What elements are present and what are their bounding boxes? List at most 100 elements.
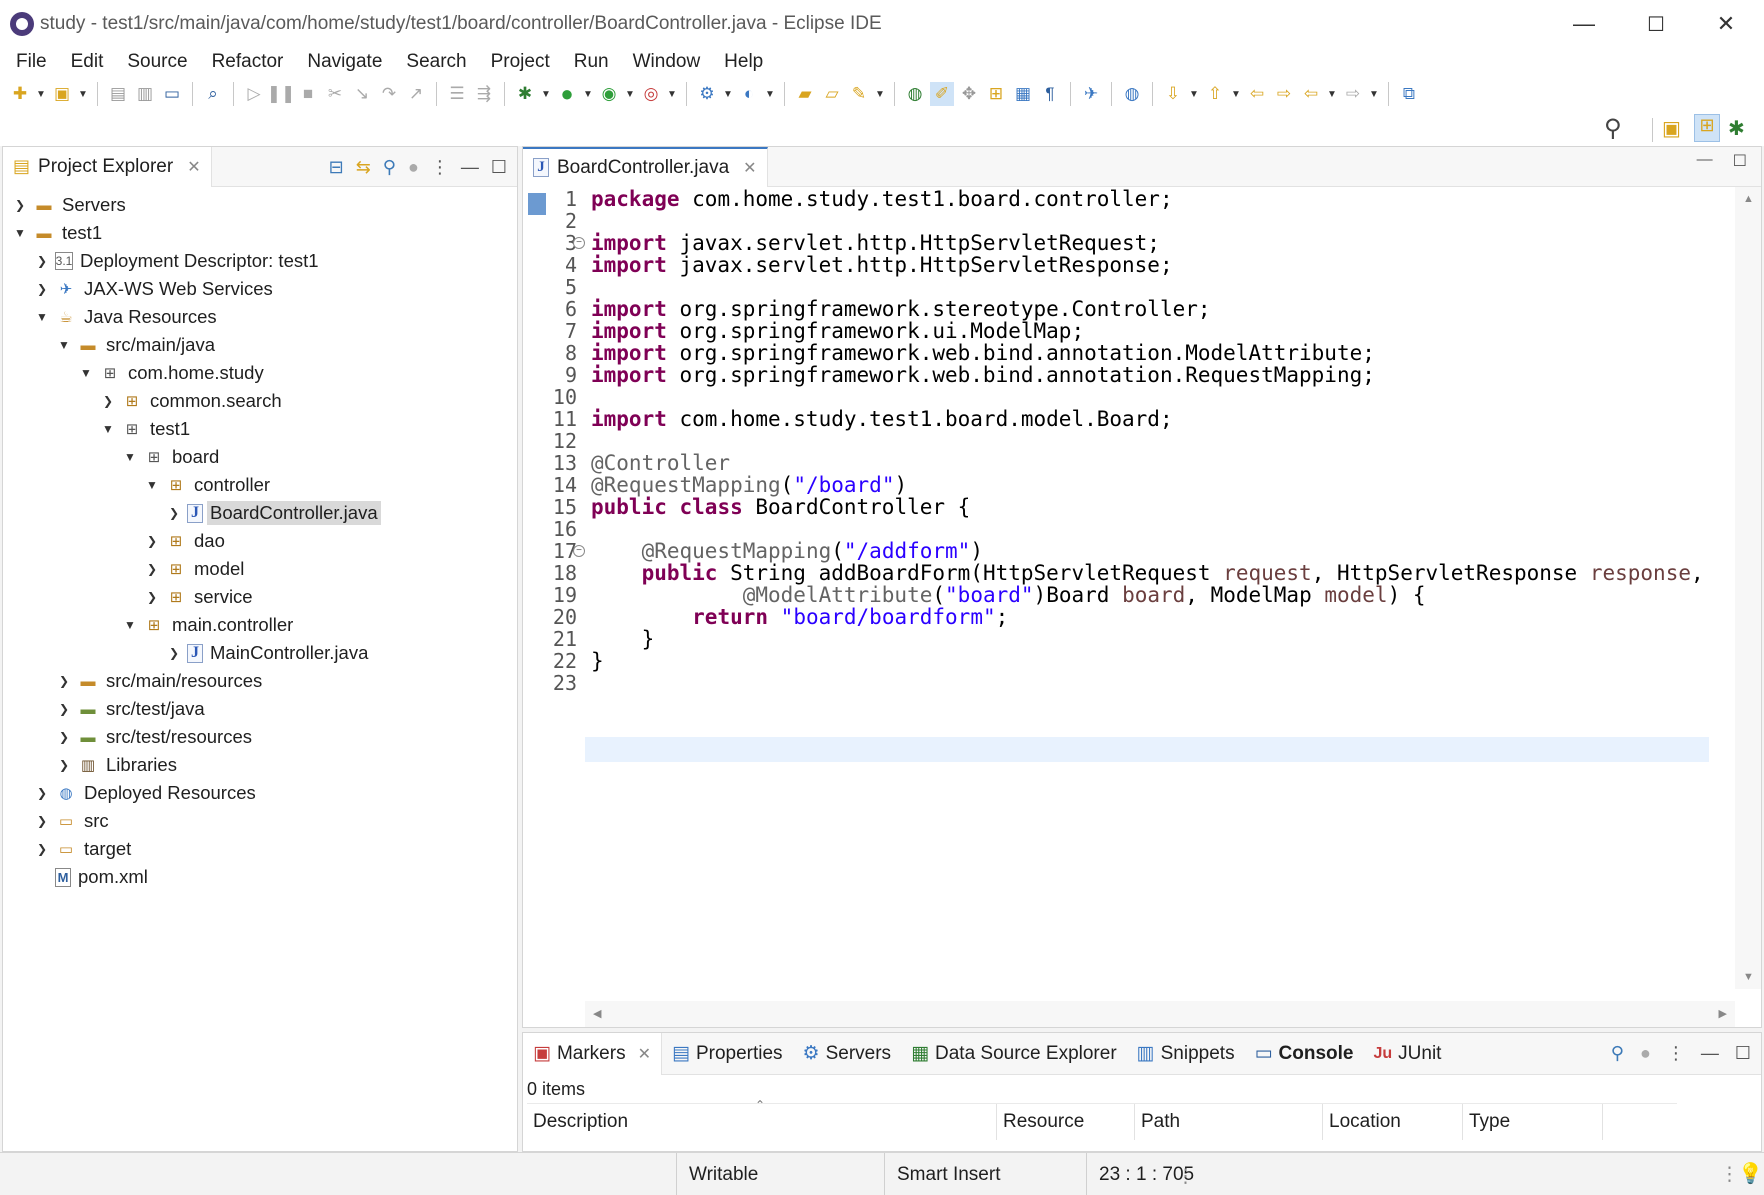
- next-annotation-dropdown-icon[interactable]: ▼: [1188, 82, 1200, 106]
- skip-breakpoints-icon[interactable]: ⌕: [201, 82, 225, 106]
- view-menu-icon[interactable]: ⋮: [431, 157, 449, 178]
- step-over-icon[interactable]: ↷: [377, 82, 401, 106]
- tree-item-servers[interactable]: ❯ ▬ Servers: [3, 191, 517, 219]
- tab-markers[interactable]: ▣ Markers ✕: [523, 1032, 662, 1075]
- tab-console[interactable]: ▭ Console: [1245, 1033, 1364, 1075]
- breadcrumb-icon[interactable]: ✥: [957, 82, 981, 106]
- terminate-icon[interactable]: ■: [296, 82, 320, 106]
- chevron-down-icon[interactable]: ▼: [11, 226, 29, 240]
- column-resource[interactable]: Resource: [997, 1104, 1135, 1140]
- forward-edit-icon[interactable]: ⇨: [1272, 82, 1296, 106]
- suspend-icon[interactable]: ❚❚: [267, 82, 296, 106]
- chevron-right-icon[interactable]: ❯: [11, 198, 29, 212]
- use-step-filters-icon[interactable]: ⇶: [472, 82, 496, 106]
- tree-item-com-home-study[interactable]: ▼ ⊞ com.home.study: [3, 359, 517, 387]
- close-icon[interactable]: ✕: [187, 157, 200, 177]
- tree-item-src-main-java[interactable]: ▼ ▬ src/main/java: [3, 331, 517, 359]
- column-type[interactable]: Type: [1463, 1104, 1603, 1140]
- chevron-right-icon[interactable]: ❯: [55, 702, 73, 716]
- chevron-right-icon[interactable]: ❯: [33, 282, 51, 296]
- filter-icon[interactable]: ⚲: [1611, 1043, 1624, 1064]
- tree-item-jax-ws[interactable]: ❯ ✈ JAX-WS Web Services: [3, 275, 517, 303]
- drop-to-frame-icon[interactable]: ☰: [445, 82, 469, 106]
- pilcrow-icon[interactable]: ¶: [1038, 82, 1062, 106]
- java-ee-perspective-icon[interactable]: ⊞: [1694, 114, 1720, 142]
- menu-file[interactable]: File: [4, 51, 59, 73]
- new-class-dropdown-icon[interactable]: ▼: [764, 82, 776, 106]
- tree-item-src[interactable]: ❯ ▭ src: [3, 807, 517, 835]
- menu-window[interactable]: Window: [621, 51, 713, 73]
- chevron-down-icon[interactable]: ▼: [33, 310, 51, 324]
- tree-item-main-controller[interactable]: ▼ ⊞ main.controller: [3, 611, 517, 639]
- tree-item-src-test-java[interactable]: ❯ ▬ src/test/java: [3, 695, 517, 723]
- menu-source[interactable]: Source: [115, 51, 199, 73]
- run-external-dropdown-icon[interactable]: ▼: [666, 82, 678, 106]
- search-dropdown-icon[interactable]: ▼: [874, 82, 886, 106]
- chevron-right-icon[interactable]: ❯: [143, 534, 161, 548]
- toggle-annotation-icon[interactable]: ◍: [903, 82, 927, 106]
- focus-icon[interactable]: ●: [408, 157, 419, 178]
- tree-item-target[interactable]: ❯ ▭ target: [3, 835, 517, 863]
- column-location[interactable]: Location: [1323, 1104, 1463, 1140]
- menu-refactor[interactable]: Refactor: [200, 51, 296, 73]
- show-whitespace-icon[interactable]: ▦: [1011, 82, 1035, 106]
- search-icon[interactable]: ⚲: [1604, 114, 1622, 143]
- run-icon[interactable]: ●: [555, 81, 579, 106]
- menu-run[interactable]: Run: [562, 51, 621, 73]
- chevron-down-icon[interactable]: ▼: [99, 422, 117, 436]
- back-icon[interactable]: ⇦: [1299, 82, 1323, 106]
- horizontal-scrollbar[interactable]: ◀ ▶: [585, 1001, 1735, 1027]
- save-icon[interactable]: ▤: [106, 82, 130, 106]
- open-resource-icon[interactable]: ▱: [820, 82, 844, 106]
- focus-icon[interactable]: ●: [1640, 1043, 1651, 1064]
- coverage-dropdown-icon[interactable]: ▼: [624, 82, 636, 106]
- tab-junit[interactable]: Ju JUnit: [1363, 1033, 1451, 1075]
- run-external-tools-icon[interactable]: ◎: [639, 82, 663, 106]
- previous-annotation-dropdown-icon[interactable]: ▼: [1230, 82, 1242, 106]
- chevron-right-icon[interactable]: ❯: [99, 394, 117, 408]
- new-dropdown-icon[interactable]: ▼: [35, 82, 47, 106]
- next-annotation-icon[interactable]: ⇩: [1161, 82, 1185, 106]
- tab-snippets[interactable]: ▥ Snippets: [1127, 1033, 1245, 1075]
- browser-icon[interactable]: ◍: [1120, 82, 1144, 106]
- chevron-down-icon[interactable]: ▼: [143, 478, 161, 492]
- scroll-up-icon[interactable]: ▲: [1743, 193, 1754, 205]
- search-tool-icon[interactable]: ✎: [847, 82, 871, 106]
- chevron-right-icon[interactable]: ❯: [55, 758, 73, 772]
- maximize-button[interactable]: ☐: [1620, 0, 1692, 48]
- new-server-dropdown-icon[interactable]: ▼: [722, 82, 734, 106]
- debug-icon[interactable]: ✱: [513, 82, 537, 106]
- back-dropdown-icon[interactable]: ▼: [1326, 82, 1338, 106]
- column-path[interactable]: Path: [1135, 1104, 1323, 1140]
- chevron-right-icon[interactable]: ❯: [33, 254, 51, 268]
- step-into-icon[interactable]: ↘: [350, 82, 374, 106]
- step-return-icon[interactable]: ↗: [404, 82, 428, 106]
- tree-item-test1-package[interactable]: ▼ ⊞ test1: [3, 415, 517, 443]
- tip-lightbulb-icon[interactable]: 💡: [1738, 1161, 1763, 1186]
- tree-item-common-search[interactable]: ❯ ⊞ common.search: [3, 387, 517, 415]
- chevron-right-icon[interactable]: ❯: [33, 786, 51, 800]
- new-icon[interactable]: ✚: [8, 82, 32, 106]
- chevron-down-icon[interactable]: ▼: [55, 338, 73, 352]
- editor-tab-boardcontroller[interactable]: J BoardController.java ✕: [523, 146, 768, 187]
- tab-data-source-explorer[interactable]: ▦ Data Source Explorer: [901, 1033, 1127, 1075]
- save-all-icon[interactable]: ▥: [133, 82, 157, 106]
- debug-dropdown-icon[interactable]: ▼: [540, 82, 552, 106]
- status-menu-icon[interactable]: ⋮: [1176, 1165, 1195, 1188]
- tree-item-model[interactable]: ❯ ⊞ model: [3, 555, 517, 583]
- forward-icon[interactable]: ⇨: [1341, 82, 1365, 106]
- pin-editor-icon[interactable]: ⧉: [1397, 82, 1421, 106]
- tab-servers[interactable]: ⚙ Servers: [793, 1033, 902, 1075]
- tree-item-src-test-resources[interactable]: ❯ ▬ src/test/resources: [3, 723, 517, 751]
- debug-perspective-icon[interactable]: ✱: [1728, 116, 1745, 141]
- tree-item-service[interactable]: ❯ ⊞ service: [3, 583, 517, 611]
- new-project-dropdown-icon[interactable]: ▼: [77, 82, 89, 106]
- menu-search[interactable]: Search: [394, 51, 478, 73]
- tree-item-src-main-resources[interactable]: ❯ ▬ src/main/resources: [3, 667, 517, 695]
- new-class-icon[interactable]: ◐: [737, 82, 761, 106]
- tree-item-libraries[interactable]: ❯ ▥ Libraries: [3, 751, 517, 779]
- chevron-down-icon[interactable]: ▼: [77, 366, 95, 380]
- toggle-mark-occurrences-icon[interactable]: ✐: [930, 82, 954, 106]
- tree-item-test1-project[interactable]: ▼ ▬ test1: [3, 219, 517, 247]
- close-button[interactable]: ✕: [1690, 0, 1762, 48]
